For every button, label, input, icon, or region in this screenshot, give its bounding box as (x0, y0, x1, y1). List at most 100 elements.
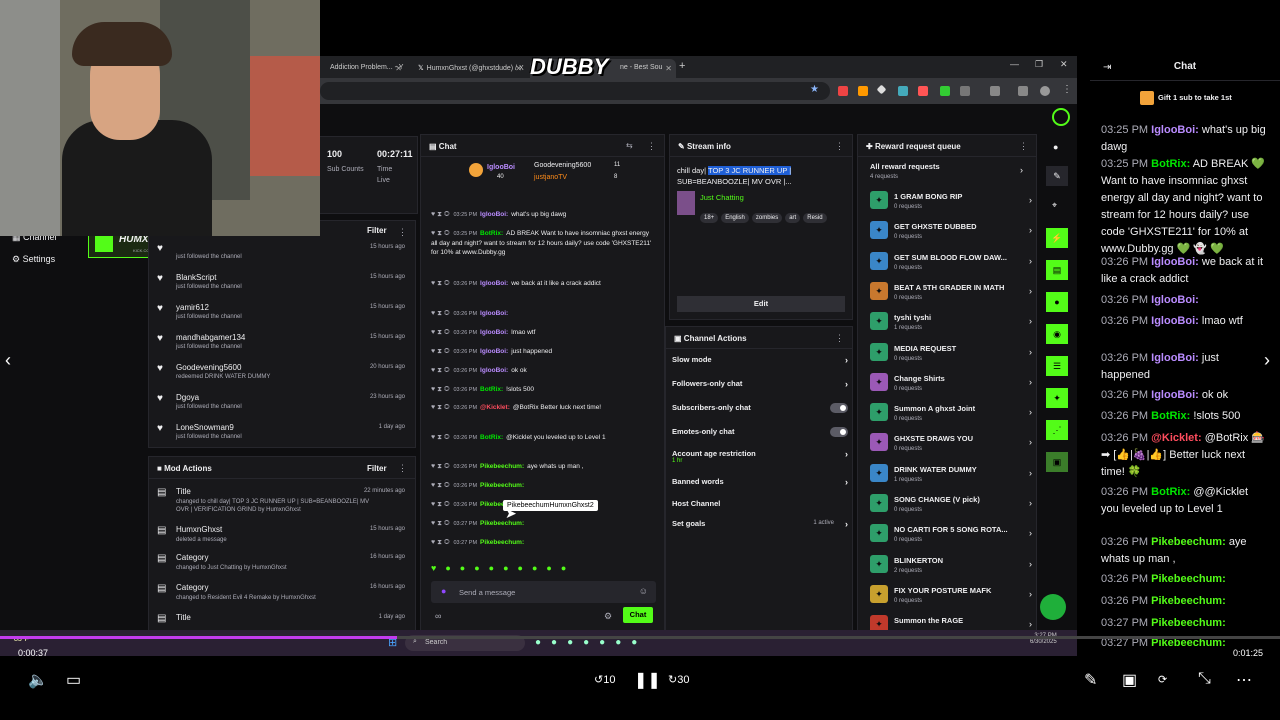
message-username[interactable]: BotRix: (1151, 158, 1190, 170)
reward-item[interactable]: ✦ NO CARTI FOR 5 SONG ROTA... 0 requests › (870, 522, 1032, 550)
chevron-right-icon[interactable]: › (1029, 589, 1032, 599)
target-icon[interactable]: ⌖ (1052, 200, 1057, 211)
more-icon[interactable]: ⋮ (1019, 141, 1028, 152)
mic-icon[interactable]: ● (441, 586, 446, 596)
reward-item[interactable]: ✦ GET GHXSTE DUBBED 0 requests › (870, 219, 1032, 247)
more-icon[interactable]: ⋮ (647, 141, 656, 152)
heart-icon[interactable]: ♥ ⧗ ◎ (431, 347, 450, 356)
sidebar-item-settings[interactable]: ⚙ Settings (12, 254, 55, 265)
extension-icon[interactable] (838, 86, 848, 96)
chat-settings-icon[interactable]: ∞ (435, 611, 441, 621)
close-icon[interactable]: ✕ (665, 64, 672, 73)
channel-action-item[interactable]: Emotes-only chat (672, 427, 852, 445)
all-rewards-link[interactable]: All reward requests (870, 162, 940, 171)
message-username[interactable]: Pikebeechum: (1151, 536, 1226, 548)
info-icon[interactable]: ● (1053, 142, 1058, 152)
extension-icon[interactable] (940, 86, 950, 96)
heart-icon[interactable]: ♥ ⧗ ◎ (431, 403, 450, 412)
reward-item[interactable]: ✦ GHXSTE DRAWS YOU 0 requests › (870, 431, 1032, 459)
chevron-right-icon[interactable]: › (1029, 437, 1032, 447)
message-username[interactable]: IglooBoi: (480, 310, 508, 317)
chevron-right-icon[interactable]: › (845, 355, 848, 365)
address-bar[interactable] (320, 82, 830, 100)
puzzle-icon[interactable] (960, 86, 970, 96)
360-view-icon[interactable]: ⟳ (1158, 673, 1167, 686)
chevron-right-icon[interactable]: › (1029, 256, 1032, 266)
chevron-right-icon[interactable]: › (845, 379, 848, 389)
toggle-switch[interactable] (830, 403, 848, 413)
pencil-icon[interactable]: ✎ (1046, 166, 1068, 186)
message-username[interactable]: Pikebeechum: (1151, 595, 1226, 607)
heart-icon[interactable]: ♥ ⧗ ◎ (431, 433, 450, 442)
chevron-right-icon[interactable]: › (1029, 619, 1032, 629)
lightning-icon[interactable]: ⚡ (1046, 228, 1068, 248)
heart-icon[interactable]: ♥ ⧗ ◎ (431, 385, 450, 394)
filter-button[interactable]: Filter (367, 226, 387, 235)
more-icon[interactable]: ⋮ (835, 333, 844, 344)
document-icon[interactable]: ▤ (1046, 260, 1068, 280)
volume-icon[interactable]: 🔈 (28, 670, 48, 690)
channel-action-item[interactable]: Slow mode › (672, 355, 852, 373)
close-icon[interactable]: ✕ (395, 64, 402, 73)
skip-forward-button[interactable]: ↻30 (668, 673, 689, 686)
message-username[interactable]: @Kicklet: (1151, 432, 1201, 444)
next-arrow-icon[interactable]: › (1264, 350, 1270, 371)
message-username[interactable]: Pikebeechum: (480, 520, 524, 527)
channel-action-item[interactable]: Account age restriction 1 hr › (672, 449, 852, 467)
chevron-right-icon[interactable]: › (1029, 225, 1032, 235)
reward-item[interactable]: ✦ SONG CHANGE (V pick) 0 requests › (870, 492, 1032, 520)
heart-icon[interactable]: ♥ ⧗ ◎ (431, 500, 450, 509)
chevron-right-icon[interactable]: › (1029, 195, 1032, 205)
chevron-right-icon[interactable]: › (1029, 286, 1032, 296)
reward-item[interactable]: ✦ DRINK WATER DUMMY 1 requests › (870, 462, 1032, 490)
previous-arrow-icon[interactable]: ‹ (5, 350, 11, 371)
chevron-right-icon[interactable]: › (1029, 468, 1032, 478)
message-username[interactable]: IglooBoi: (1151, 124, 1199, 136)
heart-icon[interactable]: ♥ ⧗ ◎ (431, 538, 450, 547)
gift-sub-prompt[interactable]: Gift 1 sub to take 1st (1158, 93, 1232, 102)
heart-icon[interactable]: ♥ ⧗ ◎ (431, 481, 450, 490)
broadcast-icon[interactable]: ◉ (1046, 324, 1068, 344)
message-username[interactable]: IglooBoi: (480, 367, 508, 374)
message-username[interactable]: BotRix: (1151, 410, 1190, 422)
extension-icon[interactable] (918, 86, 928, 96)
heart-icon[interactable]: ♥ ⧗ ◎ (431, 519, 450, 528)
extension-icon[interactable] (858, 86, 868, 96)
message-input[interactable]: ● Send a message ☺ (431, 581, 656, 603)
channel-action-item[interactable]: Set goals 1 active › (672, 519, 852, 537)
pause-icon[interactable]: ❚❚ (634, 670, 661, 690)
message-username[interactable]: Pikebeechum: (1151, 573, 1226, 585)
reward-item[interactable]: ✦ Summon A ghxst Joint 0 requests › (870, 401, 1032, 429)
message-username[interactable]: @Kicklet: (480, 404, 510, 411)
message-username[interactable]: IglooBoi: (480, 329, 508, 336)
game-icon[interactable]: ▣ (1046, 452, 1068, 472)
message-username[interactable]: BotRix: (1151, 486, 1190, 498)
chevron-right-icon[interactable]: › (1029, 528, 1032, 538)
close-icon[interactable]: ✕ (515, 64, 522, 73)
emote-bar[interactable]: ♥●●●●●●●●● (431, 563, 656, 575)
chevron-right-icon[interactable]: › (1029, 377, 1032, 387)
reward-item[interactable]: ✦ MEDIA REQUEST 0 requests › (870, 341, 1032, 369)
more-icon[interactable]: ⋮ (835, 141, 844, 152)
pen-icon[interactable]: ✎ (1084, 670, 1097, 690)
reward-item[interactable]: ✦ FIX YOUR POSTURE MAFK 0 requests › (870, 583, 1032, 611)
kick-logo-icon[interactable] (1052, 108, 1070, 126)
toggle-switch[interactable] (830, 427, 848, 437)
message-username[interactable]: IglooBoi: (1151, 352, 1199, 364)
reward-item[interactable]: ✦ tyshi tyshi 1 requests › (870, 310, 1032, 338)
chevron-right-icon[interactable]: › (1029, 498, 1032, 508)
restore-icon[interactable]: ❐ (1035, 59, 1043, 70)
heart-icon[interactable]: ♥ ⧗ ◎ (431, 462, 450, 471)
browser-tab[interactable]: 𝕏 HumxnGhxst (@ghxstdude) / X ✕ (408, 59, 526, 78)
pop-out-icon[interactable]: ⇆ (626, 141, 633, 150)
wrench-icon[interactable]: ✦ (1046, 388, 1068, 408)
message-username[interactable]: Pikebeechum: (1151, 617, 1226, 629)
channel-action-item[interactable]: Host Channel (672, 499, 852, 517)
seek-bar[interactable] (0, 636, 1280, 639)
miniplayer-icon[interactable]: ▣ (1122, 670, 1137, 690)
extension-icon[interactable] (1018, 86, 1028, 96)
more-icon[interactable]: ⋯ (1236, 670, 1252, 690)
gear-icon[interactable]: ⚙ (604, 611, 612, 622)
new-tab-icon[interactable]: + (679, 60, 685, 72)
channel-action-item[interactable]: Banned words › (672, 477, 852, 495)
